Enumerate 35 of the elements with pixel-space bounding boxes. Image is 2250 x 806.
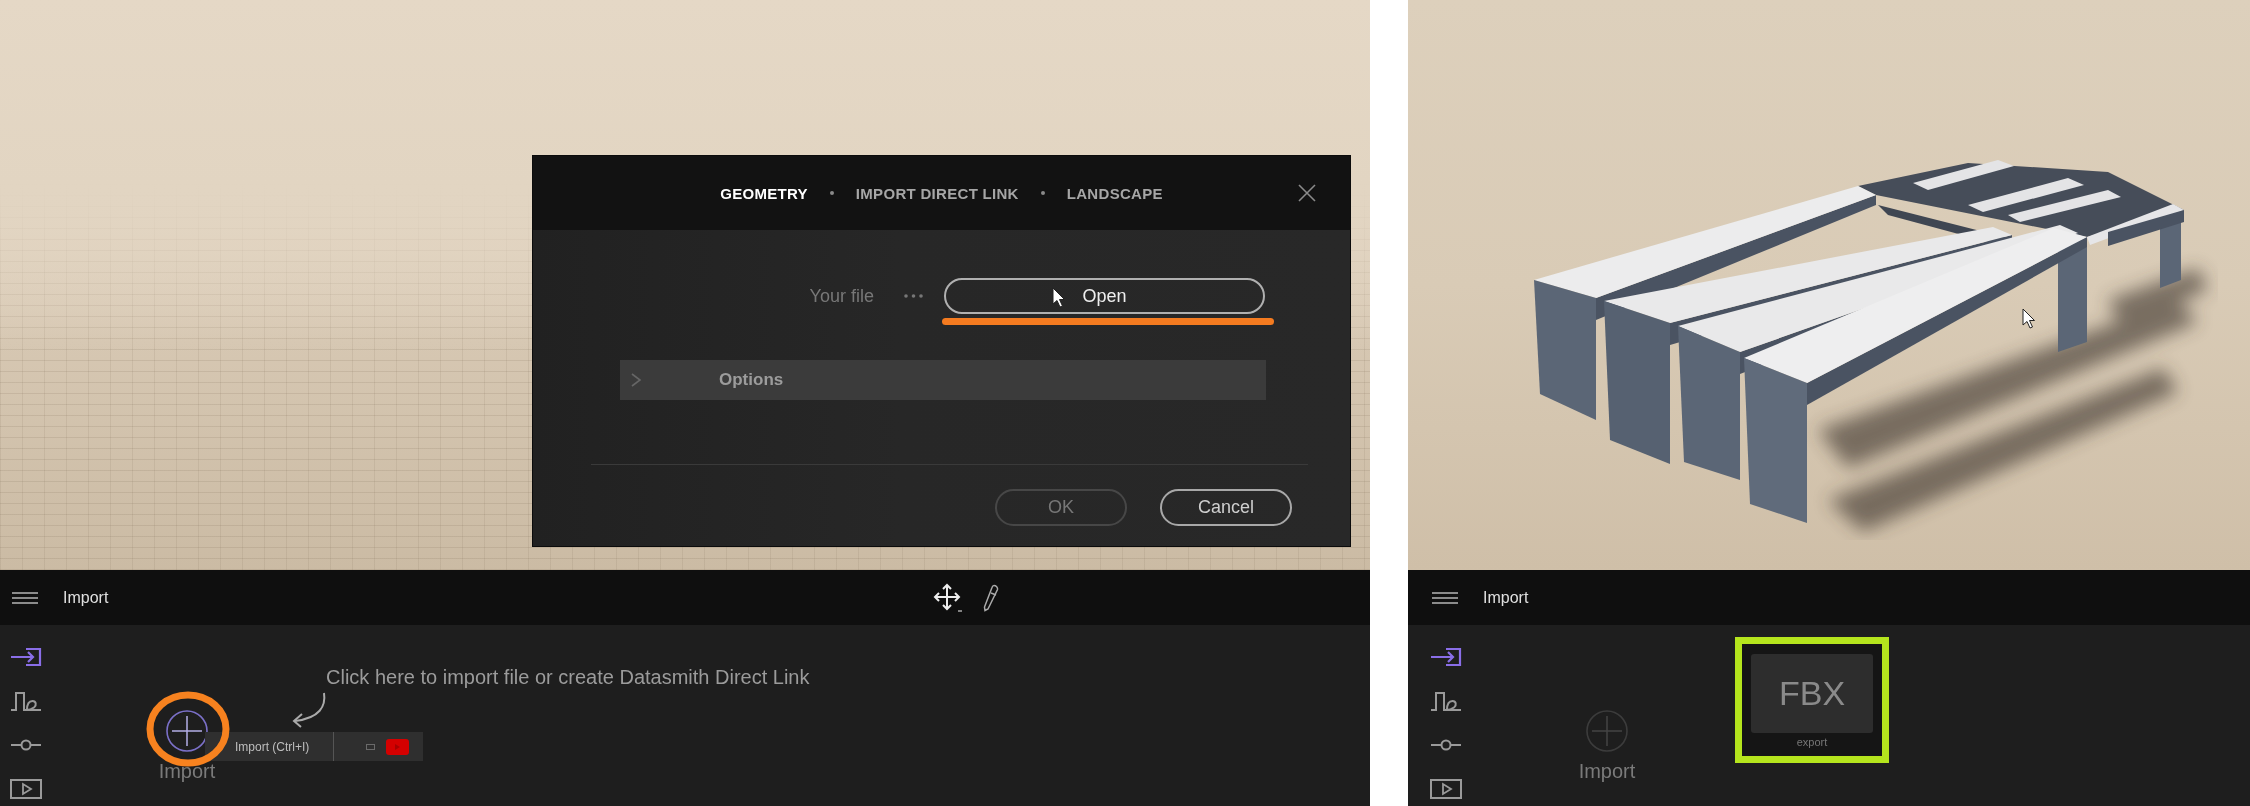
more-icon[interactable]: [904, 294, 923, 298]
slider-icon[interactable]: [10, 739, 42, 751]
import-button[interactable]: Import: [1577, 710, 1637, 782]
close-icon[interactable]: [1298, 184, 1316, 202]
slider-icon[interactable]: [1430, 739, 1462, 751]
tooltip-text: Import (Ctrl+I): [235, 739, 311, 754]
video-icon[interactable]: [1430, 779, 1462, 799]
tab[interactable]: LANDSCAPE: [1066, 184, 1163, 202]
tab[interactable]: GEOMETRY: [720, 184, 808, 202]
file-caption: export: [1796, 735, 1828, 749]
wave-icon[interactable]: [10, 690, 42, 712]
dialog-button[interactable]: Cancel: [1160, 489, 1292, 526]
pointer-icon: [1052, 287, 1066, 308]
panel-title: Import: [63, 588, 109, 607]
dot-icon: [829, 191, 834, 195]
eyedropper-icon[interactable]: [983, 583, 999, 612]
menu-icon[interactable]: [1432, 591, 1458, 604]
import-icon[interactable]: [1430, 647, 1462, 667]
panel-title: Import: [1483, 588, 1529, 607]
wave-icon[interactable]: [1430, 690, 1462, 712]
open-button[interactable]: Open: [944, 278, 1265, 314]
options-header[interactable]: Options: [620, 360, 1266, 400]
dot-icon: [1040, 191, 1045, 195]
play-badge-icon[interactable]: [386, 738, 409, 755]
screen-icon: [366, 743, 375, 750]
move-icon[interactable]: [933, 582, 963, 613]
tab[interactable]: IMPORT DIRECT LINK: [855, 184, 1019, 202]
menu-icon[interactable]: [12, 591, 38, 604]
import-button[interactable]: Import: [157, 710, 217, 782]
pointer-icon: [2022, 308, 2036, 329]
file-label: Your file: [809, 285, 874, 307]
hint-text: Click here to import file or create Datasmith Direct Link: [326, 665, 810, 689]
import-icon[interactable]: [10, 647, 42, 667]
video-icon[interactable]: [10, 779, 42, 799]
file-tile[interactable]: FBX: [1751, 654, 1873, 733]
